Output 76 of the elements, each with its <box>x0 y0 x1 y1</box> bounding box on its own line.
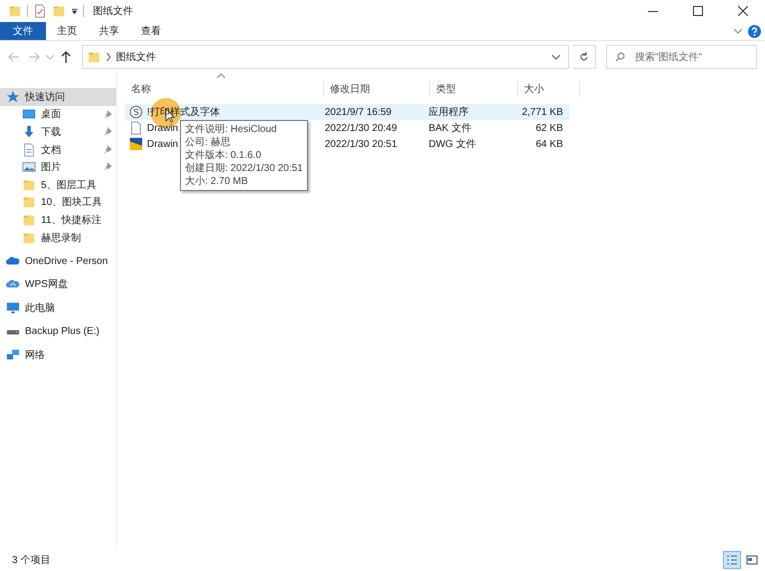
image-icon <box>22 160 36 174</box>
star-icon <box>6 90 20 104</box>
sidebar-item[interactable]: 11、快捷标注 <box>0 211 116 229</box>
pin-icon[interactable] <box>103 162 112 172</box>
pin-icon[interactable] <box>103 127 112 136</box>
size-cell-text: 2,771 KB <box>520 106 564 118</box>
address-bar[interactable]: 图纸文件 <box>82 45 569 69</box>
close-icon[interactable] <box>738 6 748 16</box>
sidebar-item[interactable]: WPS网盘 <box>0 276 116 294</box>
refresh-button[interactable] <box>573 45 596 69</box>
size-cell-text: 62 KB <box>534 122 564 134</box>
tooltip-line: 公司: 赫思 <box>185 136 232 149</box>
tooltip-line: 大小: 2.70 MB <box>185 175 249 188</box>
sidebar-item[interactable]: 下载 <box>0 123 116 141</box>
download-icon <box>22 124 36 139</box>
folder-icon <box>22 212 36 227</box>
ribbon-tab[interactable]: 文件 <box>0 22 46 40</box>
dropdown-icon[interactable] <box>552 54 560 60</box>
date-cell-text: 2022/1/30 20:51 <box>324 138 398 150</box>
dwg-file-icon <box>129 137 143 151</box>
date-cell-text: 2022/1/30 20:49 <box>324 122 398 134</box>
sidebar-item[interactable]: 图片 <box>0 158 116 176</box>
type-cell-text: DWG 文件 <box>428 138 477 151</box>
ribbon-tab[interactable]: 查看 <box>130 22 172 40</box>
computer-icon <box>6 300 20 315</box>
chevron-right-icon[interactable] <box>106 53 111 61</box>
tiles-icon <box>746 554 758 566</box>
sidebar-item[interactable]: 网络 <box>0 346 116 364</box>
type-cell-text: BAK 文件 <box>428 122 472 135</box>
sidebar-item[interactable]: 文档 <box>0 140 116 158</box>
ribbon-tab[interactable]: 主页 <box>46 22 88 40</box>
search-field[interactable]: 搜索"图纸文件" <box>606 45 757 69</box>
help-icon[interactable] <box>748 24 761 38</box>
column-header[interactable]: 修改日期 <box>324 81 430 97</box>
folder-icon <box>22 195 36 210</box>
sort-caret-icon <box>217 73 225 79</box>
pin-icon[interactable] <box>103 144 112 154</box>
size-cell-text: 64 KB <box>534 138 564 150</box>
refresh-icon <box>579 52 589 62</box>
dropdown-icon[interactable] <box>71 8 78 14</box>
sidebar-item[interactable]: 此电脑 <box>0 299 116 317</box>
file-name: Drawin <box>147 122 178 134</box>
app-icon <box>129 105 143 119</box>
monitor-icon <box>22 107 36 122</box>
ribbon-tab[interactable]: 共享 <box>88 22 130 40</box>
tooltip-line: 创建日期: 2022/1/30 20:51 <box>185 162 303 175</box>
column-header[interactable]: 大小 <box>518 81 580 97</box>
sidebar-item[interactable]: 赫思录制 <box>0 228 116 246</box>
details-view-button[interactable] <box>723 551 741 569</box>
column-header[interactable]: 类型 <box>430 81 518 97</box>
document-icon <box>22 142 36 157</box>
folder-icon <box>22 230 36 245</box>
maximize-icon[interactable] <box>692 6 702 16</box>
item-count: 3 个项目 <box>12 554 50 567</box>
network-icon <box>6 348 20 362</box>
folder-icon <box>22 178 36 192</box>
sidebar-item[interactable]: 桌面 <box>0 106 116 124</box>
column-header[interactable]: 名称 <box>125 81 324 97</box>
sidebar-item[interactable]: 5、图层工具 <box>0 176 116 194</box>
details-icon <box>726 554 738 566</box>
sidebar-item[interactable]: Backup Plus (E:) <box>0 322 116 340</box>
type-cell-text: 应用程序 <box>428 106 470 119</box>
address-path[interactable]: 图纸文件 <box>116 52 156 63</box>
pin-icon[interactable] <box>103 110 112 119</box>
folder-icon <box>87 50 101 64</box>
tooltip-line: 文件版本: 0.1.6.0 <box>185 149 262 162</box>
sidebar-item[interactable]: 10、图块工具 <box>0 194 116 212</box>
window-title: 图纸文件 <box>93 4 133 18</box>
date-cell-text: 2021/9/7 16:59 <box>324 106 392 118</box>
chevron-icon[interactable] <box>734 28 742 34</box>
sidebar-item[interactable]: 快速访问 <box>0 88 116 106</box>
sidebar-item[interactable]: OneDrive - Person <box>0 252 116 270</box>
search-icon <box>615 52 625 62</box>
properties-icon[interactable] <box>33 4 47 18</box>
file-name: Drawin <box>147 138 178 150</box>
tooltip-line: 文件说明: HesiCloud <box>185 123 278 136</box>
